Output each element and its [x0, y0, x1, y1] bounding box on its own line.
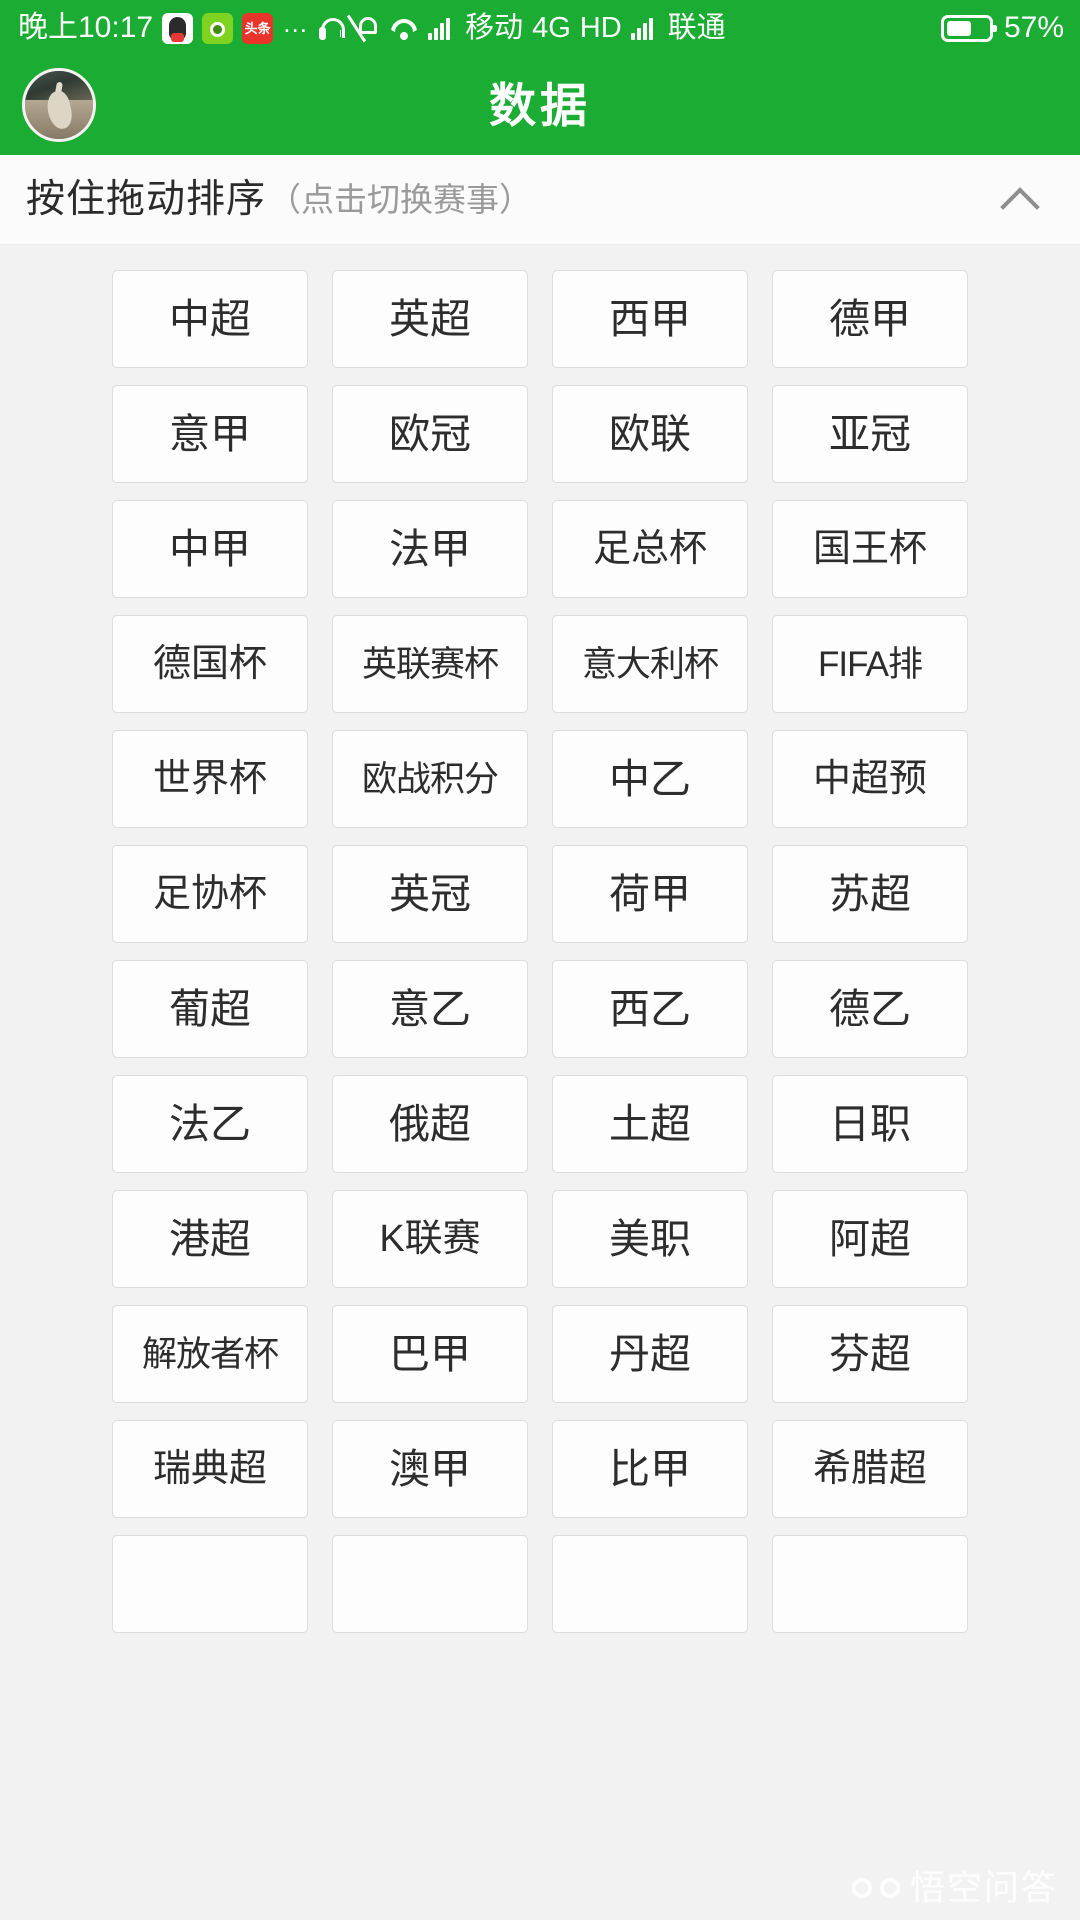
toutiao-icon: 头条 [242, 12, 274, 44]
league-tile[interactable]: 中乙 [552, 730, 748, 828]
league-tile[interactable]: 英超 [332, 270, 528, 368]
league-tile[interactable]: 法甲 [332, 500, 528, 598]
league-tile[interactable]: 巴甲 [332, 1305, 528, 1403]
league-grid-container: 中超 英超 西甲 德甲意甲 欧冠 欧联 亚冠中甲 法甲 足总杯 国王杯德国杯 英联赛杯 意大利杯 FIF… [0, 245, 1080, 1920]
league-tile[interactable]: 足总杯 [552, 500, 748, 598]
league-tile[interactable]: 西乙 [552, 960, 748, 1058]
league-tile[interactable]: 阿超 [772, 1190, 968, 1288]
signal-icon-2 [630, 16, 659, 40]
league-tile[interactable]: 希腊超 [772, 1420, 968, 1518]
league-tile[interactable]: 苏超 [772, 845, 968, 943]
league-tile[interactable]: 澳甲 [332, 1420, 528, 1518]
bell-muted-icon [356, 15, 380, 42]
status-clock: 晚上10:17 [18, 11, 154, 44]
watermark-label: 悟空问答 [909, 1869, 1058, 1908]
league-tile-empty [112, 1535, 308, 1633]
league-tile[interactable]: 德国杯 [112, 615, 308, 713]
league-tile[interactable]: 葡超 [112, 960, 308, 1058]
wukong-logo-icon [851, 1872, 900, 1906]
league-tile[interactable]: 欧战积分 [332, 730, 528, 828]
league-tile[interactable]: 欧联 [552, 385, 748, 483]
wifi-icon [389, 16, 419, 40]
qq-icon [162, 12, 194, 44]
watermark: 悟空问答 [851, 1869, 1058, 1908]
app-bar: 数据 [0, 56, 1080, 155]
sort-header-sub-label: （点击切换赛事） [268, 181, 533, 218]
league-tile[interactable]: 欧冠 [332, 385, 528, 483]
league-tile[interactable]: 国王杯 [772, 500, 968, 598]
status-bar: 晚上10:17 头条 … 移动 4G HD 联通 57% [0, 0, 1080, 56]
league-tile[interactable]: 英冠 [332, 845, 528, 943]
league-tile[interactable]: 世界杯 [112, 730, 308, 828]
league-tile-empty [332, 1535, 528, 1633]
headset-icon [319, 16, 347, 40]
league-tile[interactable]: 亚冠 [772, 385, 968, 483]
league-tile[interactable]: 解放者杯 [112, 1305, 308, 1403]
league-tile[interactable]: 意甲 [112, 385, 308, 483]
page-title: 数据 [489, 79, 591, 132]
signal-icon-1 [428, 16, 456, 40]
league-tile[interactable]: 港超 [112, 1190, 308, 1288]
league-tile[interactable]: 西甲 [552, 270, 748, 368]
battery-percent-label: 57% [1003, 11, 1064, 44]
green-app-icon [202, 12, 234, 44]
league-tile[interactable]: 土超 [552, 1075, 748, 1173]
league-tile[interactable]: 芬超 [772, 1305, 968, 1403]
league-tile[interactable]: 意大利杯 [552, 615, 748, 713]
league-tile[interactable]: 俄超 [332, 1075, 528, 1173]
league-tile[interactable]: 丹超 [552, 1305, 748, 1403]
league-tile[interactable]: 意乙 [332, 960, 528, 1058]
overflow-dots-icon: … [282, 8, 311, 38]
chevron-up-icon[interactable] [998, 177, 1044, 223]
carrier-2-label: 联通 [667, 11, 726, 44]
avatar[interactable] [22, 68, 96, 142]
league-tile[interactable]: 瑞典超 [112, 1420, 308, 1518]
league-tile[interactable]: 中甲 [112, 500, 308, 598]
league-tile[interactable]: 日职 [772, 1075, 968, 1173]
league-tile[interactable]: 比甲 [552, 1420, 748, 1518]
league-tile[interactable]: FIFA排 [772, 615, 968, 713]
league-tile[interactable]: K联赛 [332, 1190, 528, 1288]
sort-header-main-label: 按住拖动排序 [26, 178, 267, 221]
league-grid: 中超 英超 西甲 德甲意甲 欧冠 欧联 亚冠中甲 法甲 足总杯 国王杯德国杯 英联赛杯 意大利杯 FIF… [0, 270, 1080, 1633]
phone-screen: 晚上10:17 头条 … 移动 4G HD 联通 57% 数据 按住拖动排序 （… [0, 0, 1080, 1920]
league-tile[interactable]: 德甲 [772, 270, 968, 368]
network-type-label: 4G [532, 11, 571, 44]
league-tile-empty [552, 1535, 748, 1633]
sort-header[interactable]: 按住拖动排序 （点击切换赛事） [0, 155, 1080, 245]
league-tile[interactable]: 法乙 [112, 1075, 308, 1173]
league-tile-empty [772, 1535, 968, 1633]
league-tile[interactable]: 英联赛杯 [332, 615, 528, 713]
league-tile[interactable]: 中超 [112, 270, 308, 368]
hd-label: HD [579, 11, 622, 44]
league-tile[interactable]: 中超预 [772, 730, 968, 828]
league-tile[interactable]: 美职 [552, 1190, 748, 1288]
battery-icon [940, 14, 997, 42]
league-tile[interactable]: 荷甲 [552, 845, 748, 943]
league-tile[interactable]: 德乙 [772, 960, 968, 1058]
league-tile[interactable]: 足协杯 [112, 845, 308, 943]
carrier-1-label: 移动 [465, 11, 524, 44]
